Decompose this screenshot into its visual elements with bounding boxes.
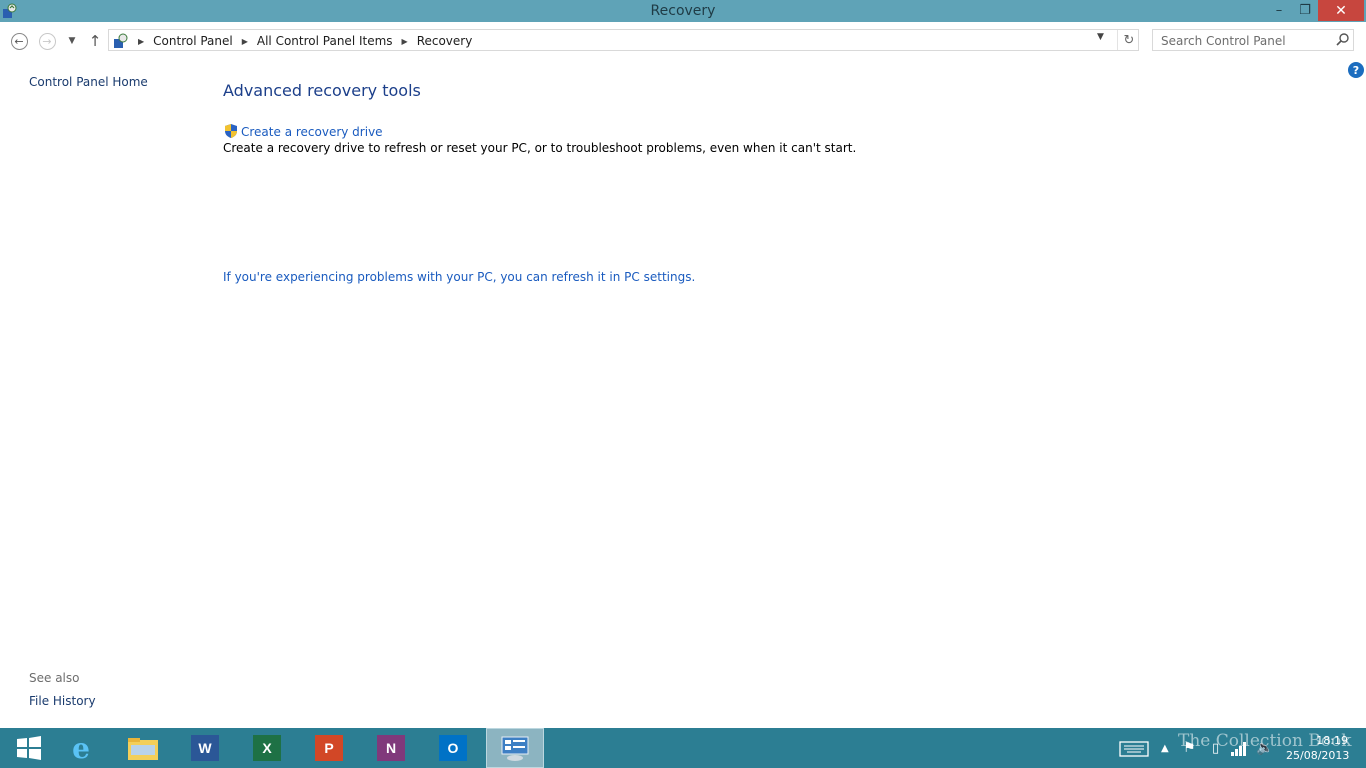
breadcrumb-separator-icon[interactable]: ▶ (138, 37, 144, 46)
clock[interactable]: 18:19 25/08/2013 (1286, 733, 1350, 763)
control-panel-home-link[interactable]: Control Panel Home (29, 75, 148, 89)
taskbar-file-explorer[interactable] (114, 728, 172, 768)
chevron-down-icon: ▼ (68, 36, 76, 46)
page-title: Advanced recovery tools (223, 81, 421, 100)
powerpoint-icon: P (315, 735, 343, 761)
taskbar-internet-explorer[interactable]: e (52, 728, 110, 768)
folder-icon (128, 738, 158, 760)
breadcrumb-control-panel[interactable]: Control Panel (153, 34, 233, 48)
taskbar-control-panel[interactable] (486, 728, 544, 768)
control-panel-icon (114, 33, 128, 48)
breadcrumb: ▶ Control Panel ▶ All Control Panel Item… (113, 33, 472, 49)
address-dropdown-icon[interactable]: ▼ (1097, 32, 1104, 42)
up-button[interactable]: ↑ (85, 31, 105, 51)
task-description: Create a recovery drive to refresh or re… (223, 141, 857, 155)
uac-shield-icon (225, 124, 237, 138)
title-bar: Recovery – ❐ ✕ (0, 0, 1366, 22)
search-box[interactable] (1152, 29, 1354, 52)
help-button[interactable]: ? (1348, 62, 1364, 78)
windows-logo-icon (17, 736, 41, 760)
taskbar-excel[interactable]: X (238, 728, 296, 768)
breadcrumb-all-items[interactable]: All Control Panel Items (257, 34, 393, 48)
word-icon: W (191, 735, 219, 761)
taskbar-word[interactable]: W (176, 728, 234, 768)
back-button[interactable]: ← (9, 31, 29, 51)
window-title: Recovery (650, 3, 716, 19)
start-button[interactable] (0, 728, 58, 768)
clock-time: 18:19 (1316, 734, 1348, 747)
file-history-link[interactable]: File History (29, 694, 96, 708)
taskbar-onenote[interactable]: N (362, 728, 420, 768)
refresh-button[interactable]: ↻ (1117, 30, 1140, 50)
control-panel-icon (501, 736, 529, 761)
refresh-icon: ↻ (1123, 32, 1135, 48)
excel-icon: X (253, 735, 281, 761)
breadcrumb-separator-icon[interactable]: ▶ (402, 37, 408, 46)
search-input[interactable] (1153, 30, 1338, 52)
navigation-bar: ← → ▼ ↑ ▶ Control Panel ▶ All Control Pa… (0, 22, 1366, 60)
refresh-pc-settings-link[interactable]: If you're experiencing problems with you… (223, 270, 695, 284)
recent-locations-button[interactable]: ▼ (62, 31, 82, 51)
see-also-label: See also (29, 671, 80, 685)
outlook-icon: O (439, 735, 467, 761)
search-icon[interactable] (1335, 32, 1351, 48)
help-icon: ? (1352, 63, 1360, 77)
up-arrow-icon: ↑ (88, 32, 102, 50)
taskbar-outlook[interactable]: O (424, 728, 482, 768)
address-bar[interactable]: ▶ Control Panel ▶ All Control Panel Item… (108, 29, 1139, 51)
forward-arrow-icon: → (38, 32, 56, 50)
taskbar: e W X P N O ▲ ⚑ ▯ 🔈 (0, 728, 1366, 768)
onenote-icon: N (377, 735, 405, 761)
breadcrumb-recovery[interactable]: Recovery (417, 34, 473, 48)
back-arrow-icon: ← (10, 32, 28, 50)
close-button[interactable]: ✕ (1318, 0, 1364, 21)
create-recovery-drive-link[interactable]: Create a recovery drive (241, 125, 383, 139)
forward-button[interactable]: → (37, 31, 57, 51)
clock-date: 25/08/2013 (1286, 749, 1350, 762)
breadcrumb-separator-icon[interactable]: ▶ (242, 37, 248, 46)
restore-button[interactable]: ❐ (1290, 0, 1320, 21)
internet-explorer-icon: e (72, 731, 90, 765)
show-hidden-icons-chevron-up-icon[interactable]: ▲ (1161, 728, 1169, 768)
taskbar-powerpoint[interactable]: P (300, 728, 358, 768)
touch-keyboard-icon[interactable] (1117, 734, 1151, 762)
